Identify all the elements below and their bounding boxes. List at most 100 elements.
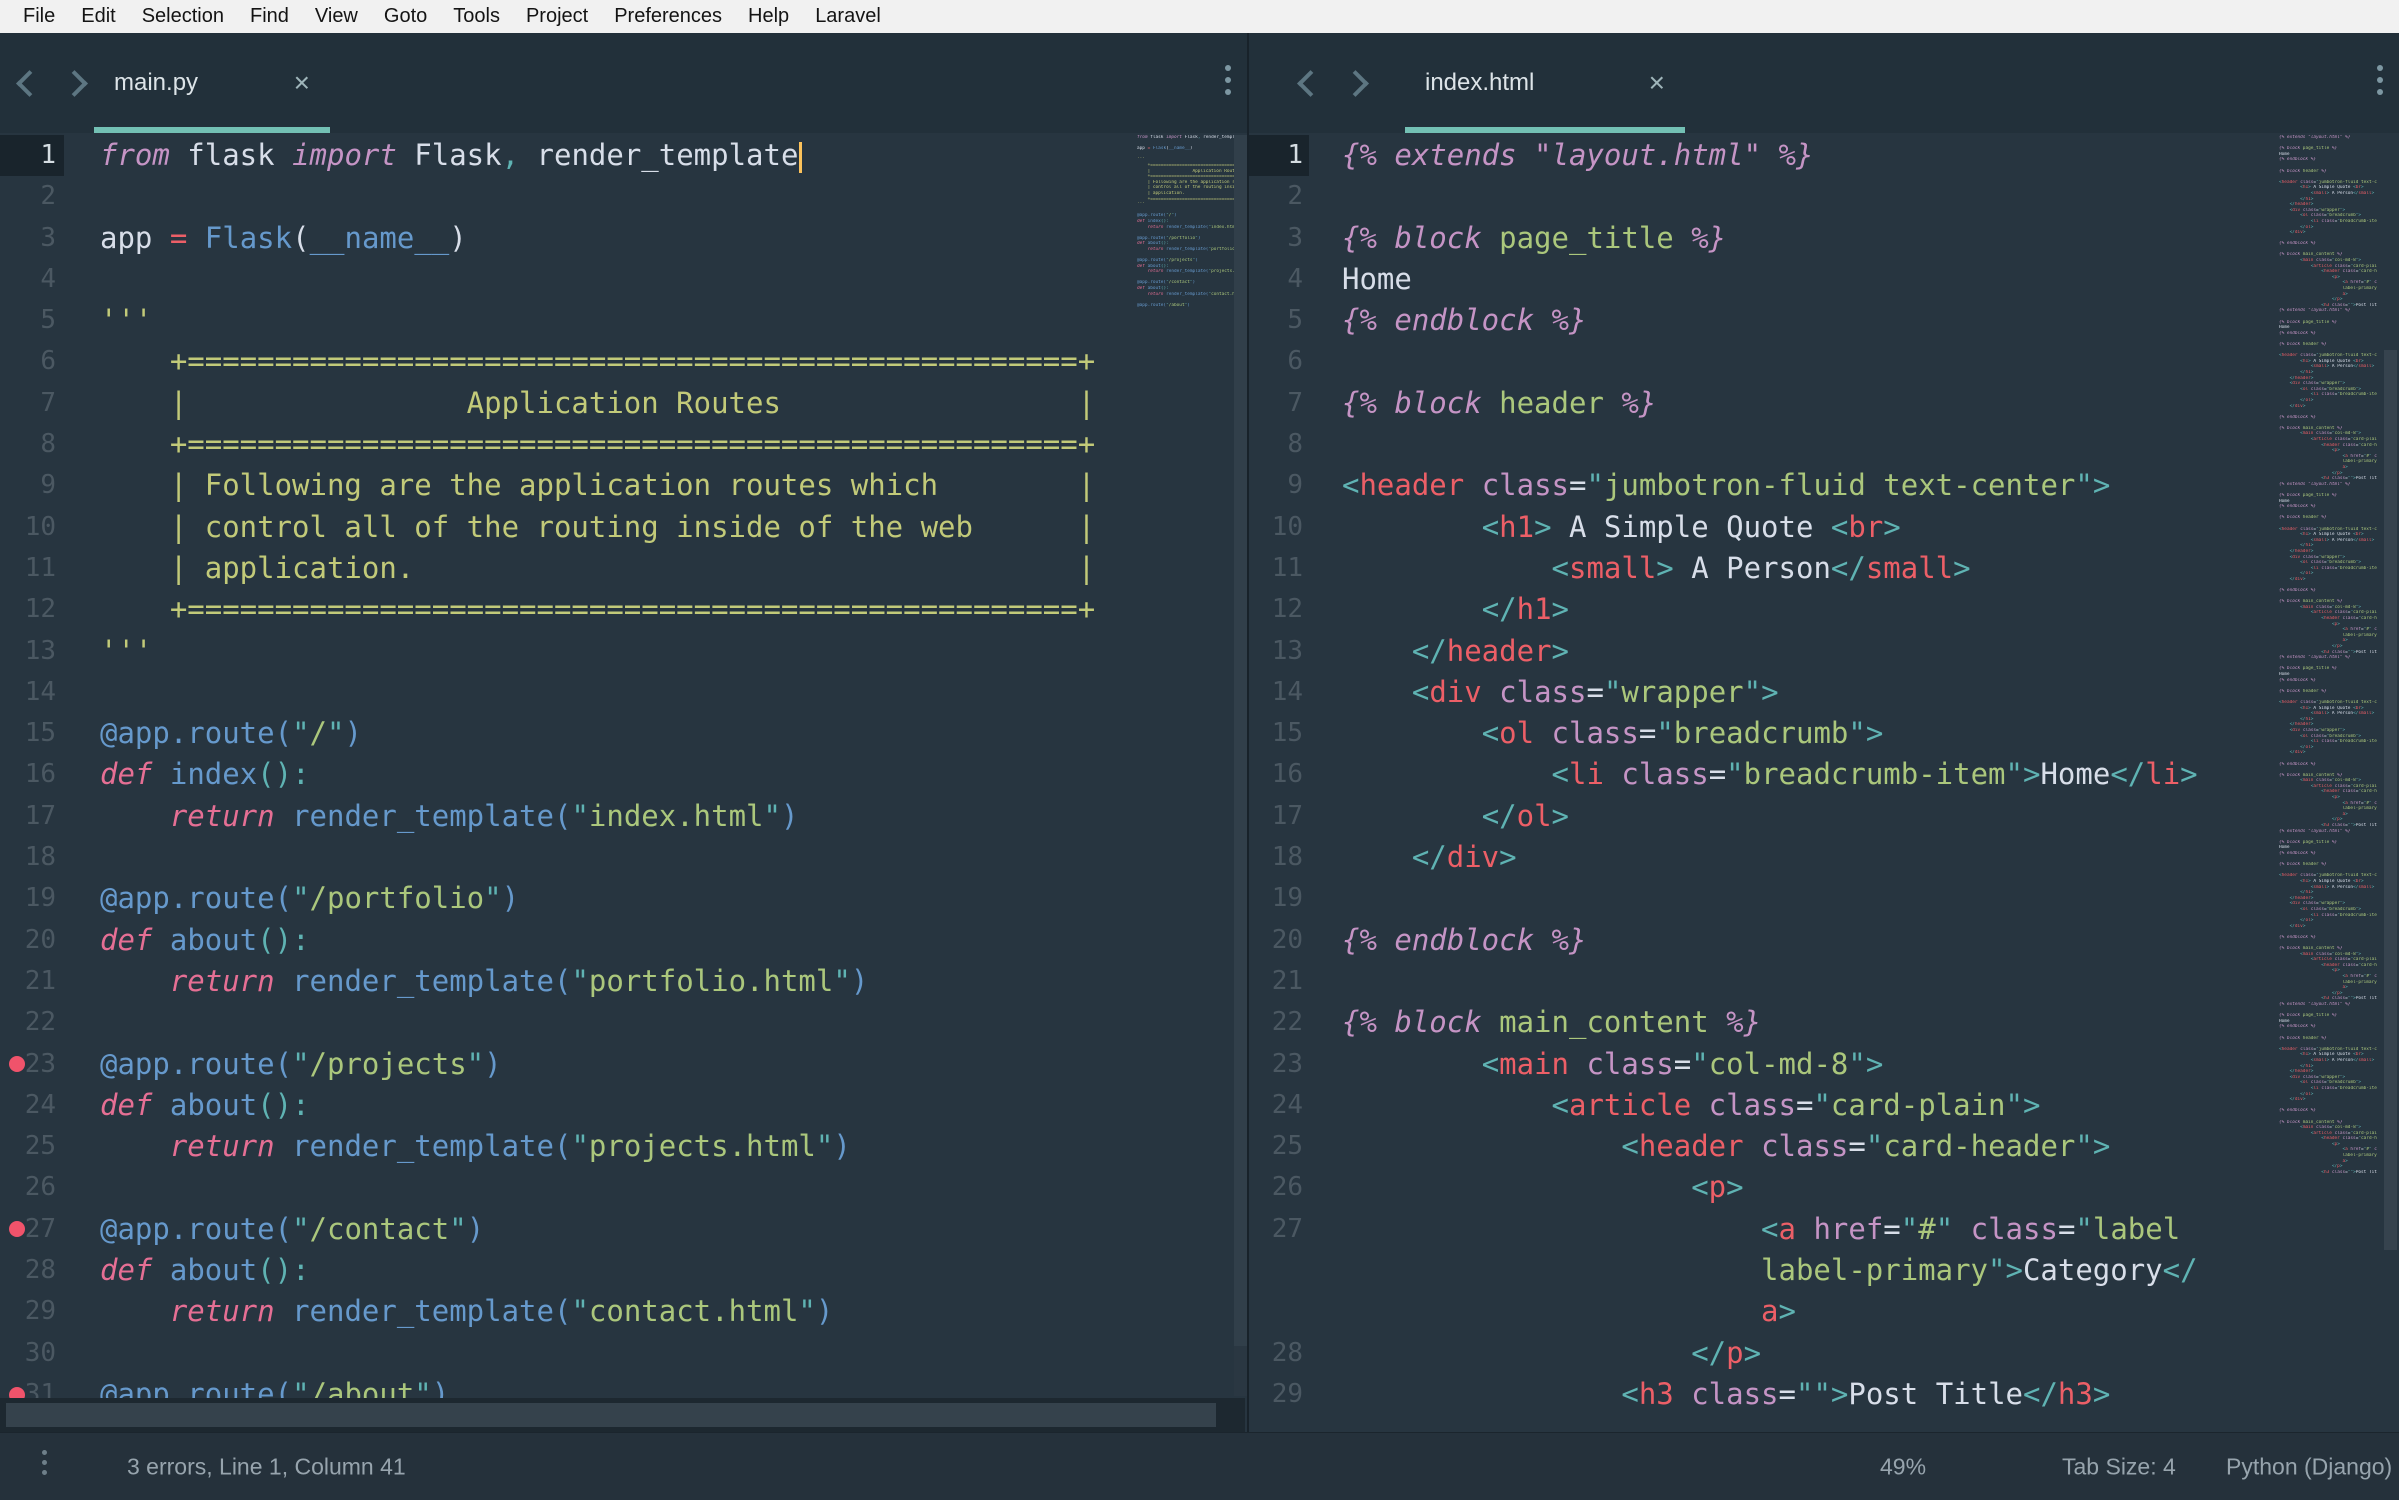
line-number: 24 [24, 1089, 56, 1120]
code-line: 17 </ol> [1249, 796, 2399, 837]
line-number: 10 [24, 511, 56, 542]
status-kebab-icon[interactable] [42, 1450, 47, 1475]
vertical-scrollbar[interactable] [1234, 135, 1247, 1396]
menu-item-laravel[interactable]: Laravel [802, 5, 894, 28]
vertical-scrollbar[interactable] [2384, 135, 2397, 1430]
scrollbar-thumb[interactable] [2384, 350, 2397, 1250]
menu-item-file[interactable]: File [10, 5, 68, 28]
code-line: 18 [0, 837, 1247, 878]
code-line: 12 </h1> [1249, 589, 2399, 630]
tab-nav [1249, 69, 1369, 97]
line-number: 8 [40, 429, 56, 460]
menu-item-find[interactable]: Find [237, 5, 302, 28]
minimap[interactable]: from flask import Flask, render_template… [1137, 135, 1235, 335]
code-text: <article class="card-plain"> [1551, 1087, 2041, 1122]
tab-strip: main.py × [0, 33, 1247, 133]
pane-overflow-kebab-icon[interactable] [2377, 65, 2383, 95]
code-line: label-primary">Category</ [1249, 1250, 2399, 1291]
line-number: 12 [24, 594, 56, 625]
code-text: | Application Routes | [100, 385, 1096, 420]
code-text: Home [1342, 261, 1412, 296]
menu-item-view[interactable]: View [302, 5, 371, 28]
tab-index-html[interactable]: index.html × [1405, 33, 1685, 133]
horizontal-scrollbar[interactable] [0, 1398, 1245, 1432]
code-line: 4 [0, 259, 1247, 300]
code-line: 14 [0, 672, 1247, 713]
code-line: 16 def index(): [0, 754, 1247, 795]
menu-item-selection[interactable]: Selection [129, 5, 237, 28]
code-line: 21 [1249, 961, 2399, 1002]
chevron-right-icon[interactable] [1342, 69, 1369, 97]
code-line: 20 def about(): [0, 920, 1247, 961]
line-number: 10 [1271, 511, 1303, 542]
menu-item-goto[interactable]: Goto [371, 5, 440, 28]
code-text: {% block page_title %} [1342, 220, 1727, 255]
menu-item-edit[interactable]: Edit [68, 5, 128, 28]
tab-main-py[interactable]: main.py × [94, 33, 330, 133]
pane-overflow-kebab-icon[interactable] [1225, 65, 1231, 95]
code-area[interactable]: 1 {% extends "layout.html" %} 2 3 {% block p… [1249, 133, 2399, 1432]
code-line: 6 [1249, 341, 2399, 382]
tab-label: main.py [114, 69, 199, 96]
code-line: 20 {% endblock %} [1249, 920, 2399, 961]
code-line: 22 {% block main_content %} [1249, 1002, 2399, 1043]
code-text: | application. | [100, 550, 1096, 585]
minimap[interactable]: {% extends "layout.html" %} {% block page… [2279, 135, 2377, 1235]
chevron-left-icon[interactable] [16, 69, 43, 97]
code-text: def about(): [100, 1087, 310, 1122]
code-line: 9 <header class="jumbotron-fluid text-cen… [1249, 465, 2399, 506]
code-text: ''' [100, 303, 153, 338]
code-text: +=======================================… [100, 427, 1096, 462]
code-line: 8 +=====================================… [0, 424, 1247, 465]
line-number: 19 [1271, 883, 1303, 914]
code-lines: 1 from flask import Flask, render_templat… [0, 135, 1247, 1415]
line-number: 21 [24, 965, 56, 996]
menu-item-preferences[interactable]: Preferences [601, 5, 735, 28]
code-line: 15 @app.route("/") [0, 713, 1247, 754]
line-number: 6 [40, 346, 56, 377]
tab-size-indicator[interactable]: Tab Size: 4 [2062, 1453, 2176, 1480]
line-number: 1 [0, 135, 64, 177]
code-line: 19 [1249, 878, 2399, 919]
code-text: <ol class="breadcrumb"> [1481, 716, 1884, 751]
menu-item-tools[interactable]: Tools [440, 5, 513, 28]
line-number: 18 [1271, 842, 1303, 873]
code-line: 23 <main class="col-md-8"> [1249, 1044, 2399, 1085]
line-number: 6 [1287, 346, 1303, 377]
line-number: 7 [40, 387, 56, 418]
code-line: 29 return render_template("contact.html"… [0, 1291, 1247, 1332]
close-icon[interactable]: × [1649, 69, 1665, 97]
code-text: {% endblock %} [1342, 922, 1587, 957]
code-area[interactable]: 1 from flask import Flask, render_templat… [0, 133, 1247, 1432]
chevron-right-icon[interactable] [61, 69, 88, 97]
scrollbar-thumb[interactable] [1234, 135, 1247, 1346]
zoom-level[interactable]: 49% [1880, 1453, 1926, 1480]
line-number: 22 [1271, 1007, 1303, 1038]
menu-item-help[interactable]: Help [735, 5, 802, 28]
line-number: 17 [1271, 800, 1303, 831]
scrollbar-thumb[interactable] [6, 1403, 1216, 1427]
error-dot-icon [9, 1221, 25, 1238]
error-dot-icon [9, 1056, 25, 1073]
code-line: 14 <div class="wrapper"> [1249, 672, 2399, 713]
code-text: {% block header %} [1342, 385, 1657, 420]
close-icon[interactable]: × [294, 69, 310, 97]
line-number: 2 [40, 181, 56, 212]
menu-item-project[interactable]: Project [513, 5, 601, 28]
line-number: 14 [24, 676, 56, 707]
line-number: 30 [24, 1337, 56, 1368]
line-number: 20 [24, 924, 56, 955]
text-cursor [799, 141, 803, 173]
code-text: return render_template("projects.html") [169, 1129, 851, 1164]
chevron-left-icon[interactable] [1297, 69, 1324, 97]
code-line: 3 app = Flask(__name__) [0, 218, 1247, 259]
code-text: def about(): [100, 922, 310, 957]
line-number: 11 [1271, 552, 1303, 583]
syntax-selector[interactable]: Python (Django) [2226, 1453, 2392, 1480]
line-number: 12 [1271, 594, 1303, 625]
code-line: 5 ''' [0, 300, 1247, 341]
code-line: 25 return render_template("projects.html… [0, 1126, 1247, 1167]
code-text: </ol> [1481, 798, 1569, 833]
line-number: 25 [1271, 1131, 1303, 1162]
code-line: 29 <h3 class="">Post Title</h3> [1249, 1374, 2399, 1415]
